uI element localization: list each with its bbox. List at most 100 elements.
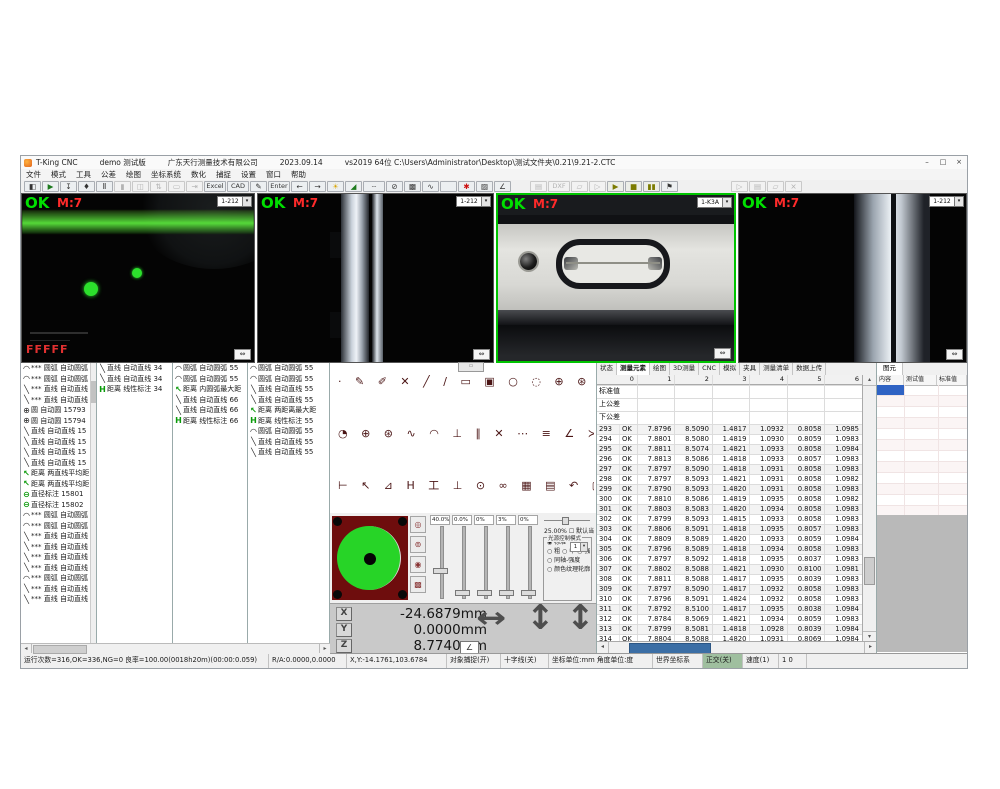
list-item[interactable]: ↖ 距离 两直线平均距 <box>21 479 96 490</box>
pan-icon[interactable]: ⇔ <box>234 349 251 360</box>
menu-item[interactable]: 坐标系统 <box>146 169 186 180</box>
result-row[interactable]: 308 OK 7.8811 8.5088 1.4817 1.0935 0.803… <box>597 575 863 585</box>
toolbar-button[interactable]: ♦ <box>78 181 95 192</box>
ring-light-center[interactable] <box>364 553 376 565</box>
toolbar-button[interactable]: ⊘ <box>386 181 403 192</box>
result-row[interactable]: 305 OK 7.8796 8.5089 1.4818 1.0934 0.805… <box>597 545 863 555</box>
detail-row[interactable] <box>877 385 967 396</box>
list-item[interactable]: ◠ *** 圆弧 自动圆弧 <box>21 363 96 374</box>
light-mode-icon[interactable]: ◉ <box>410 556 426 573</box>
list-item[interactable]: ◠ *** 圆弧 自动圆弧 <box>21 510 96 521</box>
tolerance-row[interactable]: 上公差 <box>597 399 863 412</box>
list-horizontal-scrollbar[interactable]: ◂ ▸ <box>21 643 330 654</box>
toolbar-button[interactable]: ▮ <box>114 181 131 192</box>
axis-y-button[interactable]: Y <box>336 623 352 637</box>
chevron-down-icon[interactable]: ▾ <box>242 197 251 206</box>
list-item[interactable]: ╲ 直线 自动直线 15 <box>21 458 96 469</box>
list-item[interactable]: ◠ 圆弧 自动圆弧 55 <box>173 363 247 374</box>
toolbar-button[interactable]: DXF <box>548 181 570 192</box>
list-vertical-scrollbar[interactable] <box>90 363 96 654</box>
scroll-right-icon[interactable]: ▸ <box>864 642 876 653</box>
list-item[interactable]: ↖ 距离 内圆弧最大距 <box>173 384 247 395</box>
result-row[interactable]: 302 OK 7.8799 8.5093 1.4815 1.0933 0.805… <box>597 515 863 525</box>
scroll-left-icon[interactable]: ◂ <box>597 642 609 653</box>
list-item[interactable]: ◠ 圆弧 自动圆弧 55 <box>248 426 329 437</box>
toolbar-button[interactable]: ▶ <box>42 181 59 192</box>
detail-row[interactable] <box>877 429 967 440</box>
slider-track[interactable] <box>430 526 450 599</box>
toolbar-button[interactable]: ◫ <box>132 181 149 192</box>
results-tab[interactable]: 3D测量 <box>670 363 699 375</box>
result-row[interactable]: 294 OK 7.8801 8.5080 1.4819 1.0930 0.805… <box>597 435 863 445</box>
list-item[interactable]: ╲ 直线 自动直线 55 <box>248 395 329 406</box>
toolbar-button[interactable]: ▤ <box>749 181 766 192</box>
toolbar-button[interactable]: × <box>785 181 802 192</box>
list-item[interactable]: ╲ *** 直线 自动直线 <box>21 395 96 406</box>
toolbar-button[interactable]: ⇅ <box>150 181 167 192</box>
pan-icon[interactable]: ⇔ <box>714 348 731 359</box>
axis-z-button[interactable]: Z <box>336 639 352 653</box>
light-mode-icon[interactable]: ⊚ <box>410 536 426 553</box>
light-slider[interactable]: 3% <box>496 515 516 601</box>
zoom-slider[interactable] <box>544 517 590 523</box>
status-segment[interactable]: 对象捕捉(开) <box>447 654 501 668</box>
toolbar-button[interactable]: ▷ <box>731 181 748 192</box>
toolbar-button[interactable]: ⚑ <box>661 181 678 192</box>
chevron-down-icon[interactable]: ▾ <box>954 197 963 206</box>
toolbar-button[interactable]: ← <box>291 181 308 192</box>
list-item[interactable]: ◠ *** 圆弧 自动圆弧 <box>21 374 96 385</box>
list-item[interactable]: ◠ *** 圆弧 自动圆弧 <box>21 521 96 532</box>
result-row[interactable]: 299 OK 7.8790 8.5093 1.4820 1.0931 0.805… <box>597 485 863 495</box>
magnification-select[interactable]: 1-212 ▾ <box>217 196 252 207</box>
list-item[interactable]: ╲ 直线 自动直线 34 <box>97 363 172 374</box>
magnification-select[interactable]: 1-212 ▾ <box>456 196 491 207</box>
tolerance-row[interactable]: 下公差 <box>597 412 863 425</box>
list-item[interactable]: ◠ 圆弧 自动圆弧 55 <box>173 374 247 385</box>
light-slider[interactable]: 0.0% <box>452 515 472 601</box>
status-segment[interactable]: 坐标单位:mm 角度单位:度 <box>549 654 653 668</box>
menu-item[interactable]: 工具 <box>71 169 96 180</box>
menu-item[interactable]: 捕捉 <box>211 169 236 180</box>
list-item[interactable]: ⊕ 圆 自动圆 15794 <box>21 416 96 427</box>
results-tab[interactable]: 测量元素 <box>617 363 650 375</box>
list-item[interactable]: ╲ 直线 自动直线 66 <box>173 395 247 406</box>
menu-item[interactable]: 模式 <box>46 169 71 180</box>
results-tab[interactable]: 绘图 <box>650 363 670 375</box>
list-item[interactable]: ╲ 直线 自动直线 15 <box>21 447 96 458</box>
light-slider[interactable]: 40.0% <box>430 515 450 601</box>
results-tab[interactable]: CNC <box>699 363 720 375</box>
corner-light-dot[interactable] <box>333 517 342 526</box>
toolbar-button[interactable]: ☀ <box>327 181 344 192</box>
result-row[interactable]: 309 OK 7.8797 8.5090 1.4817 1.0932 0.805… <box>597 585 863 595</box>
result-row[interactable]: 295 OK 7.8811 8.5074 1.4821 1.0933 0.805… <box>597 445 863 455</box>
list-item[interactable]: H 距离 线性标注 55 <box>248 416 329 427</box>
chevron-down-icon[interactable]: ▾ <box>580 543 587 551</box>
slider-thumb[interactable] <box>455 590 470 596</box>
slider-track[interactable] <box>518 526 538 599</box>
result-row[interactable]: 310 OK 7.8796 8.5091 1.4824 1.0932 0.805… <box>597 595 863 605</box>
result-row[interactable]: 306 OK 7.8797 8.5092 1.4818 1.0935 0.803… <box>597 555 863 565</box>
results-tab[interactable]: 测量清单 <box>760 363 793 375</box>
list-item[interactable]: ╲ 直线 自动直线 34 <box>97 374 172 385</box>
toolbar-button[interactable]: CAD <box>227 181 249 192</box>
list-item[interactable]: ╲ 直线 自动直线 66 <box>173 405 247 416</box>
toolbar-button[interactable]: Ⅱ <box>96 181 113 192</box>
slider-thumb[interactable] <box>477 590 492 596</box>
scrollbar-thumb[interactable] <box>33 645 87 654</box>
scroll-left-icon[interactable]: ◂ <box>21 644 32 653</box>
list-item[interactable]: ◠ *** 圆弧 自动圆弧 <box>21 573 96 584</box>
corner-light-dot[interactable] <box>398 517 407 526</box>
table-vertical-scrollbar[interactable]: ▴ ▾ <box>862 375 876 642</box>
list-item[interactable]: ╲ 直线 自动直线 15 <box>21 426 96 437</box>
list-item[interactable]: ╲ 直线 自动直线 15 <box>21 437 96 448</box>
menu-item[interactable]: 公差 <box>96 169 121 180</box>
results-tab[interactable]: 状态 <box>597 363 617 375</box>
detail-row[interactable] <box>877 484 967 495</box>
results-tab[interactable]: 夹具 <box>740 363 760 375</box>
menu-item[interactable]: 文件 <box>21 169 46 180</box>
ring-light-control[interactable] <box>332 516 408 600</box>
slider-track[interactable] <box>452 526 472 599</box>
detail-row[interactable] <box>877 495 967 506</box>
menu-item[interactable]: 帮助 <box>286 169 311 180</box>
detail-row[interactable] <box>877 451 967 462</box>
